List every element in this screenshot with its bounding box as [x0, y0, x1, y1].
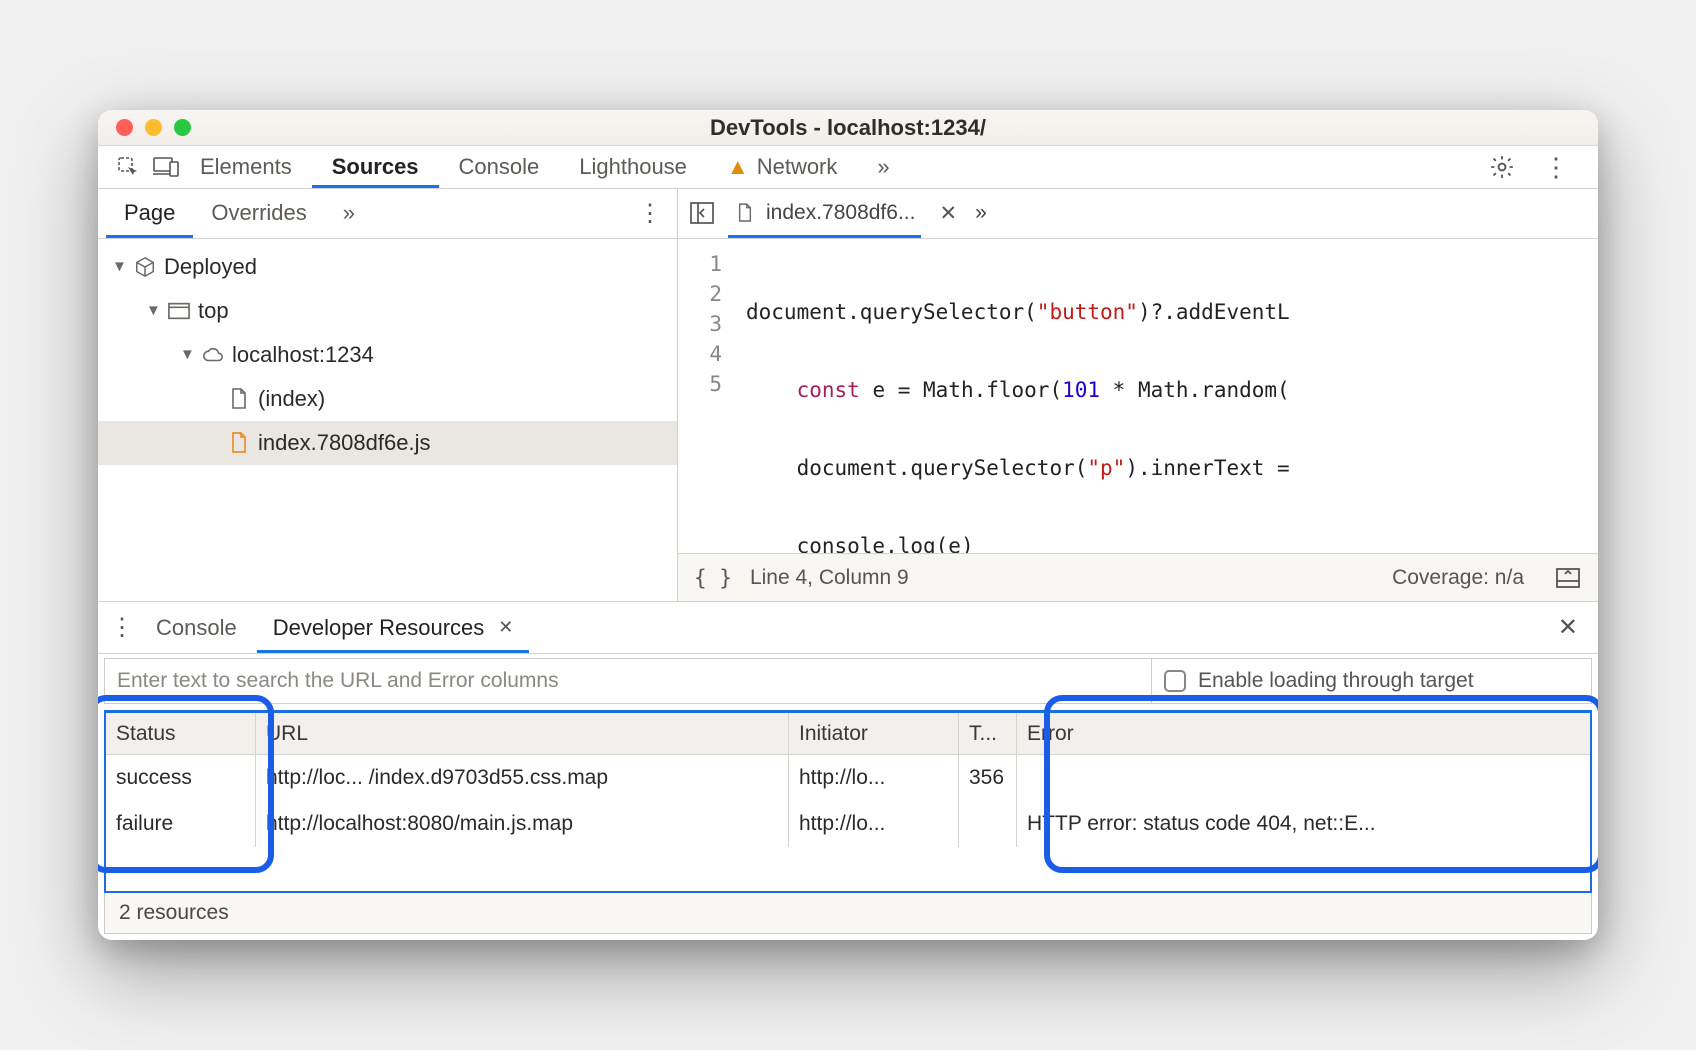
nav-tabs-overflow[interactable]: » — [325, 189, 373, 238]
tree-row-file-selected[interactable]: index.7808df6e.js — [98, 421, 677, 465]
search-input[interactable] — [105, 659, 1151, 703]
close-window-button[interactable] — [116, 119, 133, 136]
editor-tabs-overflow[interactable]: » — [975, 201, 987, 225]
tree-row-index[interactable]: (index) — [98, 377, 677, 421]
editor-file-tab[interactable]: index.7808df6... — [728, 189, 921, 238]
show-drawer-icon[interactable] — [1554, 564, 1582, 592]
navigator-pane: Page Overrides » ⋮ ▼ Deployed ▼ — [98, 189, 678, 601]
col-initiator[interactable]: Initiator — [789, 713, 959, 754]
nav-tab-page[interactable]: Page — [106, 189, 193, 238]
minimize-window-button[interactable] — [145, 119, 162, 136]
device-toolbar-icon[interactable] — [152, 153, 180, 181]
tab-elements-label: Elements — [200, 154, 292, 180]
tree-label: top — [198, 298, 229, 324]
cursor-position: Line 4, Column 9 — [750, 566, 909, 590]
sources-split: Page Overrides » ⋮ ▼ Deployed ▼ — [98, 189, 1598, 601]
main-tab-strip: Elements Sources Console Lighthouse ▲ Ne… — [98, 146, 1598, 189]
checkbox-icon[interactable] — [1164, 670, 1186, 692]
code-editor[interactable]: 1 2 3 4 5 document.querySelector("button… — [678, 239, 1598, 553]
drawer-menu-icon[interactable]: ⋮ — [108, 614, 136, 642]
title-bar: DevTools - localhost:1234/ — [98, 110, 1598, 146]
navigator-tabs: Page Overrides » ⋮ — [98, 189, 677, 239]
close-drawer-icon[interactable]: ✕ — [1558, 613, 1588, 642]
drawer: ⋮ Console Developer Resources ✕ ✕ Enable… — [98, 601, 1598, 940]
tree-label: index.7808df6e.js — [258, 430, 430, 456]
document-icon — [734, 202, 756, 224]
close-tab-icon[interactable]: ✕ — [492, 617, 513, 638]
table-row[interactable]: success http://loc... /index.d9703d55.cs… — [106, 755, 1590, 801]
js-file-icon — [228, 432, 250, 454]
coverage-label: Coverage: n/a — [1392, 566, 1524, 590]
editor-tab-label: index.7808df6... — [766, 201, 915, 225]
tree-label: (index) — [258, 386, 325, 412]
tree-row-top[interactable]: ▼ top — [98, 289, 677, 333]
drawer-tab-developer-resources[interactable]: Developer Resources ✕ — [257, 602, 530, 653]
tree-label: Deployed — [164, 254, 257, 280]
tab-network[interactable]: ▲ Network — [707, 146, 857, 188]
resources-table: Status URL Initiator T... Error success … — [104, 710, 1592, 893]
tab-lighthouse-label: Lighthouse — [579, 154, 687, 180]
enable-loading-label: Enable loading through target — [1198, 669, 1474, 693]
tree-label: localhost:1234 — [232, 342, 374, 368]
col-status[interactable]: Status — [106, 713, 256, 754]
drawer-tab-console[interactable]: Console — [140, 602, 253, 653]
warning-icon: ▲ — [727, 154, 749, 180]
drawer-tabstrip: ⋮ Console Developer Resources ✕ ✕ — [98, 602, 1598, 654]
line-gutter: 1 2 3 4 5 — [678, 239, 736, 553]
editor-pane: index.7808df6... ✕ » 1 2 3 4 5 document.… — [678, 189, 1598, 601]
filter-row: Enable loading through target — [104, 658, 1592, 704]
kebab-menu-icon[interactable]: ⋮ — [1542, 153, 1570, 181]
window-title: DevTools - localhost:1234/ — [710, 115, 986, 141]
resources-footer: 2 resources — [104, 893, 1592, 934]
editor-status-bar: { } Line 4, Column 9 Coverage: n/a — [678, 553, 1598, 601]
table-row[interactable]: failure http://localhost:8080/main.js.ma… — [106, 801, 1590, 847]
tab-lighthouse[interactable]: Lighthouse — [559, 146, 707, 188]
settings-gear-icon[interactable] — [1488, 153, 1516, 181]
col-url[interactable]: URL — [256, 713, 789, 754]
tree-row-deployed[interactable]: ▼ Deployed — [98, 245, 677, 289]
pretty-print-icon[interactable]: { } — [694, 566, 732, 590]
devtools-window: DevTools - localhost:1234/ Elements Sour… — [98, 110, 1598, 940]
disclosure-triangle-icon[interactable]: ▼ — [146, 302, 160, 319]
nav-tab-overrides[interactable]: Overrides — [193, 189, 324, 238]
disclosure-triangle-icon[interactable]: ▼ — [112, 258, 126, 275]
tab-console-label: Console — [459, 154, 540, 180]
file-tree[interactable]: ▼ Deployed ▼ top ▼ — [98, 239, 677, 601]
document-icon — [228, 388, 250, 410]
tree-row-host[interactable]: ▼ localhost:1234 — [98, 333, 677, 377]
frame-icon — [168, 300, 190, 322]
traffic-lights — [116, 119, 191, 136]
tab-sources[interactable]: Sources — [312, 146, 439, 188]
col-t[interactable]: T... — [959, 713, 1017, 754]
col-error[interactable]: Error — [1017, 713, 1590, 754]
close-tab-icon[interactable]: ✕ — [933, 201, 963, 226]
cloud-icon — [202, 344, 224, 366]
table-header: Status URL Initiator T... Error — [106, 713, 1590, 755]
main-tabs-overflow[interactable]: » — [857, 146, 909, 188]
editor-tabstrip: index.7808df6... ✕ » — [678, 189, 1598, 239]
maximize-window-button[interactable] — [174, 119, 191, 136]
inspect-element-icon[interactable] — [114, 153, 142, 181]
code-lines[interactable]: document.querySelector("button")?.addEve… — [736, 239, 1290, 553]
tab-elements[interactable]: Elements — [180, 146, 312, 188]
disclosure-triangle-icon[interactable]: ▼ — [180, 346, 194, 363]
tab-sources-label: Sources — [332, 154, 419, 180]
navigator-more-icon[interactable]: ⋮ — [641, 199, 669, 227]
cube-icon — [134, 256, 156, 278]
tab-network-label: Network — [757, 154, 838, 180]
toggle-navigator-icon[interactable] — [688, 199, 716, 227]
tab-console[interactable]: Console — [439, 146, 560, 188]
enable-loading-toggle[interactable]: Enable loading through target — [1151, 659, 1591, 703]
